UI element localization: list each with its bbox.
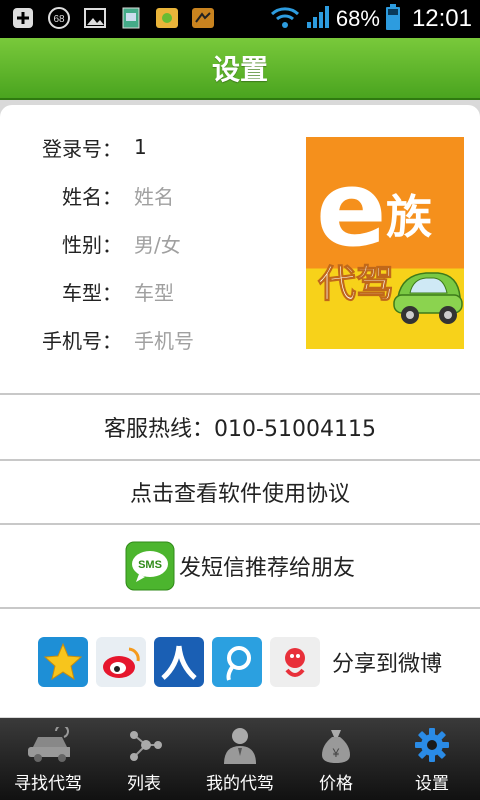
car-model-row[interactable]: 车型： 车型: [0, 271, 300, 311]
tab-label: 价格: [319, 774, 353, 794]
login-value: 1: [134, 135, 147, 159]
hotline-row[interactable]: 客服热线：010-51004115: [0, 395, 480, 459]
name-label: 姓名：: [62, 184, 122, 209]
tab-label: 我的代驾: [206, 774, 274, 794]
agreement-row[interactable]: 点击查看软件使用协议: [0, 461, 480, 523]
car-icon: [26, 725, 70, 765]
tab-settings[interactable]: 设置: [384, 718, 480, 800]
settings-card: 登录号： 1 姓名： 姓名 性别： 男/女 车型： 车型 手机号： 手机号 e …: [0, 105, 480, 717]
car-model-label: 车型：: [62, 280, 122, 305]
svg-text:SMS: SMS: [138, 559, 162, 571]
image-icon: [82, 6, 108, 30]
sms-recommend-row[interactable]: SMS 发短信推荐给朋友: [0, 525, 480, 607]
profile-section: 登录号： 1 姓名： 姓名 性别： 男/女 车型： 车型 手机号： 手机号 e …: [0, 105, 480, 393]
sim-card-icon: [118, 6, 144, 30]
gender-row[interactable]: 性别： 男/女: [0, 223, 300, 263]
tab-list[interactable]: 列表: [96, 718, 192, 800]
counter-badge-icon: 68: [46, 6, 72, 30]
phone-row[interactable]: 手机号： 手机号: [0, 319, 300, 359]
agreement-link[interactable]: 点击查看软件使用协议: [130, 476, 350, 508]
tab-my-driving[interactable]: 我的代驾: [192, 718, 288, 800]
status-bar: 68 68% 12:01: [0, 0, 480, 38]
share-label: 分享到微博: [331, 652, 442, 677]
tab-price[interactable]: ¥ 价格: [288, 718, 384, 800]
money-bag-icon: ¥: [314, 725, 358, 765]
battery-icon: [385, 4, 400, 34]
renren-icon[interactable]: [153, 637, 204, 687]
logo-letter: e: [316, 148, 387, 270]
name-row[interactable]: 姓名： 姓名: [0, 175, 300, 215]
divider: [0, 607, 480, 609]
logo-word-daijia: 代驾: [318, 262, 394, 306]
battery-percent: 68%: [335, 6, 380, 31]
page-title: 设置: [211, 53, 268, 86]
sms-icon: SMS: [125, 541, 175, 591]
bottom-tab-bar: 寻找代驾 列表 我的代驾 ¥ 价格 设置: [0, 718, 480, 800]
gender-field[interactable]: 男/女: [134, 229, 181, 258]
add-notification-icon: [10, 6, 36, 30]
hotline-text: 客服热线：010-51004115: [104, 417, 376, 442]
driver-person-icon: [218, 725, 262, 765]
phone-label: 手机号：: [42, 328, 122, 353]
share-row: 分享到微博: [0, 632, 480, 692]
sms-recommend-label: 发短信推荐给朋友: [178, 556, 355, 581]
signal-icon: [306, 5, 330, 33]
wifi-icon: [270, 5, 300, 33]
app-logo: e 族 代驾: [306, 137, 464, 349]
netease-weibo-icon[interactable]: [269, 637, 320, 687]
list-nodes-icon: [122, 725, 166, 765]
name-field[interactable]: 姓名: [134, 181, 174, 210]
car-icon: [393, 272, 463, 324]
login-row: 登录号： 1: [0, 127, 300, 167]
logo-word-zu: 族: [386, 190, 432, 244]
clock: 12:01: [411, 5, 472, 32]
login-label: 登录号：: [42, 136, 122, 161]
badge-count: 68: [53, 14, 65, 25]
tab-label: 列表: [127, 774, 161, 794]
phone-field[interactable]: 手机号: [134, 325, 194, 354]
title-bar: 设置: [0, 38, 480, 100]
game-app-icon: [154, 6, 180, 30]
tab-label: 寻找代驾: [14, 774, 82, 794]
app-notification-icon: [190, 6, 216, 30]
qzone-icon[interactable]: [37, 637, 88, 687]
car-model-field[interactable]: 车型: [134, 277, 174, 306]
sina-weibo-icon[interactable]: [95, 637, 146, 687]
tencent-weibo-icon[interactable]: [211, 637, 262, 687]
gear-icon: [410, 725, 454, 765]
svg-text:¥: ¥: [332, 746, 340, 760]
tab-find-driver[interactable]: 寻找代驾: [0, 718, 96, 800]
tab-label: 设置: [415, 774, 449, 794]
gender-label: 性别：: [62, 232, 122, 257]
